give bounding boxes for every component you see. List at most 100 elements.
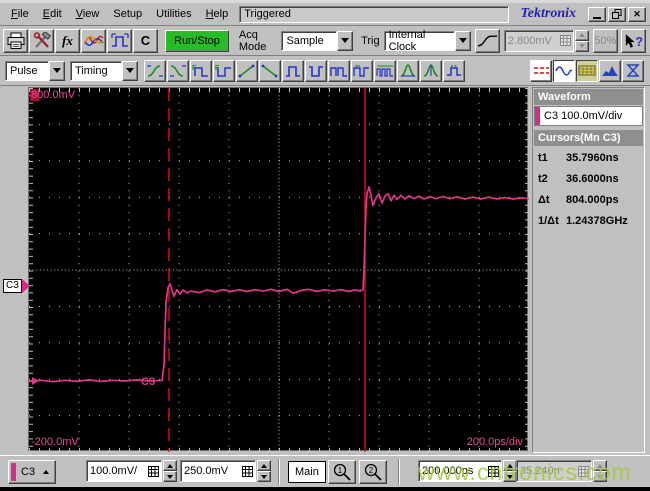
acq-mode-select[interactable]: Sample xyxy=(281,30,354,51)
pulse-train-icon xyxy=(376,65,393,77)
positive-pulse-icon xyxy=(286,66,300,77)
infinite-persistence-button[interactable] xyxy=(622,59,644,82)
meas-area-button[interactable] xyxy=(420,59,442,82)
printer-icon xyxy=(7,32,24,49)
vertical-scale-field[interactable]: 100.0mV/ xyxy=(86,460,162,482)
pulse-autoset-icon xyxy=(110,32,129,47)
timing-dropdown-arrow[interactable] xyxy=(122,60,138,81)
svg-text:?: ? xyxy=(635,34,643,48)
svg-text:2: 2 xyxy=(369,466,374,475)
print-button[interactable] xyxy=(3,28,28,53)
channel-scale-row[interactable]: C3 100.0mV/div xyxy=(534,106,643,126)
math-fx-button[interactable]: fx xyxy=(55,28,80,53)
autoset-pulse-button[interactable] xyxy=(107,28,132,53)
spin-down[interactable] xyxy=(163,471,177,482)
menu-view[interactable]: View xyxy=(69,5,107,23)
acq-mode-dropdown-arrow[interactable] xyxy=(337,30,354,51)
menu-setup[interactable]: Setup xyxy=(106,5,149,23)
main-toolbar: fx C Run/Stop Acq Mode Sample Trig Inter… xyxy=(0,26,650,56)
spin-up[interactable] xyxy=(257,460,271,471)
zoom2-button[interactable]: 2 xyxy=(359,460,387,484)
cursors-icon xyxy=(534,67,549,74)
hourglass-icon xyxy=(626,64,640,77)
meas-fall-time-button[interactable] xyxy=(167,59,189,82)
close-button[interactable]: ✕ xyxy=(628,6,646,22)
minimize-button[interactable] xyxy=(588,6,606,22)
trig-slope-button[interactable] xyxy=(474,28,500,53)
readout-t2: t2 36.6000ns xyxy=(538,172,619,185)
cursors-panel-header: Cursors(Mn C3) xyxy=(534,130,643,146)
rise-time-icon xyxy=(147,65,163,77)
chevron-down-icon xyxy=(458,38,467,43)
fall-time-icon xyxy=(170,65,186,77)
svg-text:1: 1 xyxy=(338,466,343,475)
waveform-display-button[interactable] xyxy=(553,59,575,82)
sine-wave-icon xyxy=(555,66,573,76)
meas-burst-width-button[interactable] xyxy=(328,59,350,82)
menu-file[interactable]: File xyxy=(4,5,36,23)
trig-dropdown-arrow[interactable] xyxy=(454,30,471,51)
vertical-offset-spinner[interactable] xyxy=(257,460,271,482)
histogram-display-button[interactable] xyxy=(599,59,621,82)
trig-level-group: 2.800mV xyxy=(503,29,589,52)
spin-down[interactable] xyxy=(257,471,271,482)
negative-width-icon: F xyxy=(215,65,231,77)
color-grade-grid-icon xyxy=(578,65,596,76)
menu-help[interactable]: Help xyxy=(199,5,236,23)
meas-type-select[interactable]: Timing xyxy=(70,60,138,81)
period-icon xyxy=(353,65,369,77)
context-help-button[interactable]: ? xyxy=(621,28,646,53)
negative-pulse-icon xyxy=(309,66,323,77)
meas-pos-slope-button[interactable] xyxy=(236,59,258,82)
meas-neg-width-button[interactable]: F xyxy=(213,59,235,82)
keypad-icon[interactable] xyxy=(148,465,159,477)
pulse-dropdown-arrow[interactable] xyxy=(49,60,65,81)
meas-neg-slope-button[interactable] xyxy=(259,59,281,82)
timebase-label: 200.0ps/div xyxy=(466,436,523,448)
flat-top-icon xyxy=(447,65,461,76)
meas-period-button[interactable] xyxy=(351,59,373,82)
trig-source-select[interactable]: Internal Clock xyxy=(383,29,471,53)
meas-rise-time-button[interactable] xyxy=(144,59,166,82)
waveform-plot[interactable]: C3 xyxy=(29,88,529,452)
channel-select-button[interactable]: C3 xyxy=(8,460,57,484)
triangle-up-icon xyxy=(167,463,173,468)
waveform-panel-header: Waveform xyxy=(534,89,643,105)
vertical-scale-group: 100.0mV/ xyxy=(86,460,177,482)
burst-width-icon xyxy=(330,67,347,77)
utilities-tools-button[interactable] xyxy=(29,28,54,53)
channel-c3-position-marker[interactable]: C3 xyxy=(3,278,30,294)
restore-button[interactable] xyxy=(608,6,626,22)
meas-pos-pulse-button[interactable] xyxy=(282,59,304,82)
trace-label: C3 xyxy=(141,376,155,388)
waveform-trace[interactable] xyxy=(29,186,529,383)
vertical-offset-field[interactable]: 250.0mV xyxy=(180,460,256,482)
chevron-down-icon xyxy=(53,68,61,73)
menu-edit[interactable]: Edit xyxy=(36,5,69,23)
readout-delta-t: Δt 804.000ps xyxy=(538,193,619,206)
readout-t1: t1 35.7960ns xyxy=(538,151,619,164)
triangle-up-icon xyxy=(43,470,50,474)
zoom1-button[interactable]: 1 xyxy=(328,460,356,484)
timebase-main-tab[interactable]: Main xyxy=(288,461,326,483)
meas-neg-pulse-button[interactable] xyxy=(305,59,327,82)
keypad-icon[interactable] xyxy=(242,465,253,477)
vertical-scale-spinner[interactable] xyxy=(163,460,177,482)
cursors-display-button[interactable] xyxy=(530,59,552,82)
spin-up[interactable] xyxy=(163,460,177,471)
clear-data-button[interactable]: C xyxy=(133,28,158,53)
meas-top-base-button[interactable] xyxy=(443,59,465,82)
meas-frequency-button[interactable] xyxy=(374,59,396,82)
waveform-database-button[interactable] xyxy=(81,28,106,53)
negative-slope-icon xyxy=(261,64,278,78)
meas-category-select[interactable]: Pulse xyxy=(5,60,65,81)
separator xyxy=(278,459,280,485)
menu-utilities[interactable]: Utilities xyxy=(149,5,198,23)
display-area: C3 800.0mV -200.0mV 200.0ps/div C3 Wavef… xyxy=(0,86,650,455)
meas-pos-peak-button[interactable] xyxy=(397,59,419,82)
triangle-up-icon xyxy=(578,33,585,37)
run-stop-button[interactable]: Run/Stop xyxy=(165,29,229,52)
meas-pos-width-button[interactable]: F xyxy=(190,59,212,82)
channel-arrow-icon xyxy=(21,279,30,293)
color-grade-display-button[interactable] xyxy=(576,59,598,82)
